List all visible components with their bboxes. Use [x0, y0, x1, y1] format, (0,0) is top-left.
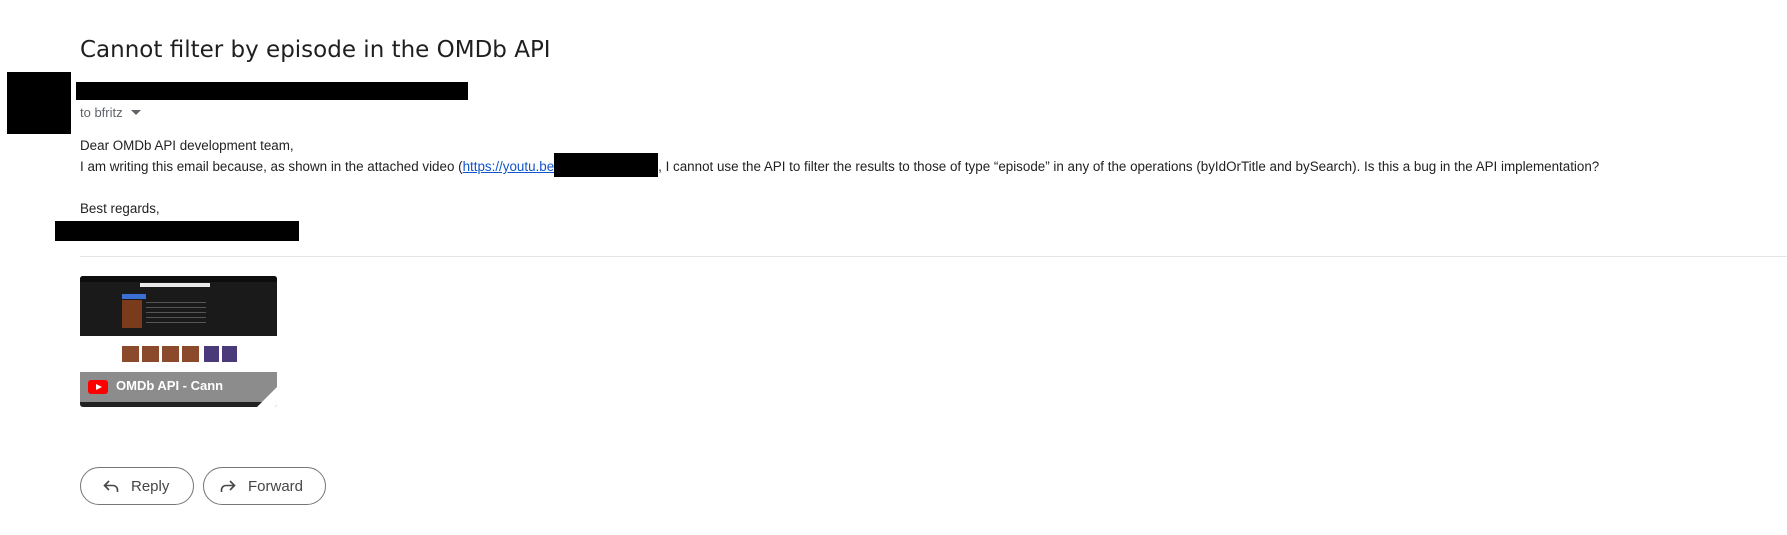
- forward-icon: [220, 480, 236, 492]
- recipient-label: to bfritz: [80, 105, 123, 120]
- link-redacted: [554, 153, 659, 178]
- thumbnail-tag: [122, 294, 146, 299]
- youtube-icon: [88, 380, 108, 394]
- video-link[interactable]: https://youtu.be: [463, 159, 555, 174]
- divider: [80, 256, 1787, 257]
- email-view: Cannot filter by episode in the OMDb API…: [0, 0, 1787, 535]
- thumbnail-poster: [122, 300, 142, 328]
- recipient-details[interactable]: to bfritz: [80, 105, 141, 120]
- sender-avatar[interactable]: [7, 72, 71, 134]
- forward-button[interactable]: Forward: [203, 467, 326, 505]
- thumbnail-footer: [80, 402, 277, 407]
- thumbnail-navbar: [80, 276, 277, 282]
- signature-redacted: [55, 221, 299, 241]
- caret-down-icon[interactable]: [130, 110, 141, 115]
- video-title: OMDb API - Cann: [116, 378, 224, 393]
- forward-label: Forward: [248, 477, 304, 495]
- body-text-before-link: I am writing this email because, as show…: [80, 159, 463, 174]
- reply-label: Reply: [131, 477, 170, 495]
- page-curl-icon: [257, 387, 277, 407]
- thumbnail-video-row: [204, 346, 238, 362]
- video-attachment-card[interactable]: OMDb API - Cann: [80, 276, 277, 407]
- reply-icon: [103, 480, 119, 492]
- email-subject: Cannot filter by episode in the OMDb API: [80, 37, 551, 64]
- thumbnail-photo-row: [122, 346, 200, 362]
- body-text-after-link: , I cannot use the API to filter the res…: [658, 159, 1600, 174]
- reply-button[interactable]: Reply: [80, 467, 194, 505]
- closing-line: Best regards,: [80, 201, 160, 217]
- sender-name-redacted: [76, 82, 468, 100]
- message-actions: Reply Forward: [80, 467, 326, 505]
- thumbnail-searchbar: [140, 283, 210, 287]
- main-paragraph: I am writing this email because, as show…: [80, 153, 1600, 178]
- greeting-line: Dear OMDb API development team,: [80, 138, 294, 153]
- thumbnail-text-lines: [146, 302, 206, 324]
- email-body: Dear OMDb API development team, I am wri…: [80, 135, 1599, 219]
